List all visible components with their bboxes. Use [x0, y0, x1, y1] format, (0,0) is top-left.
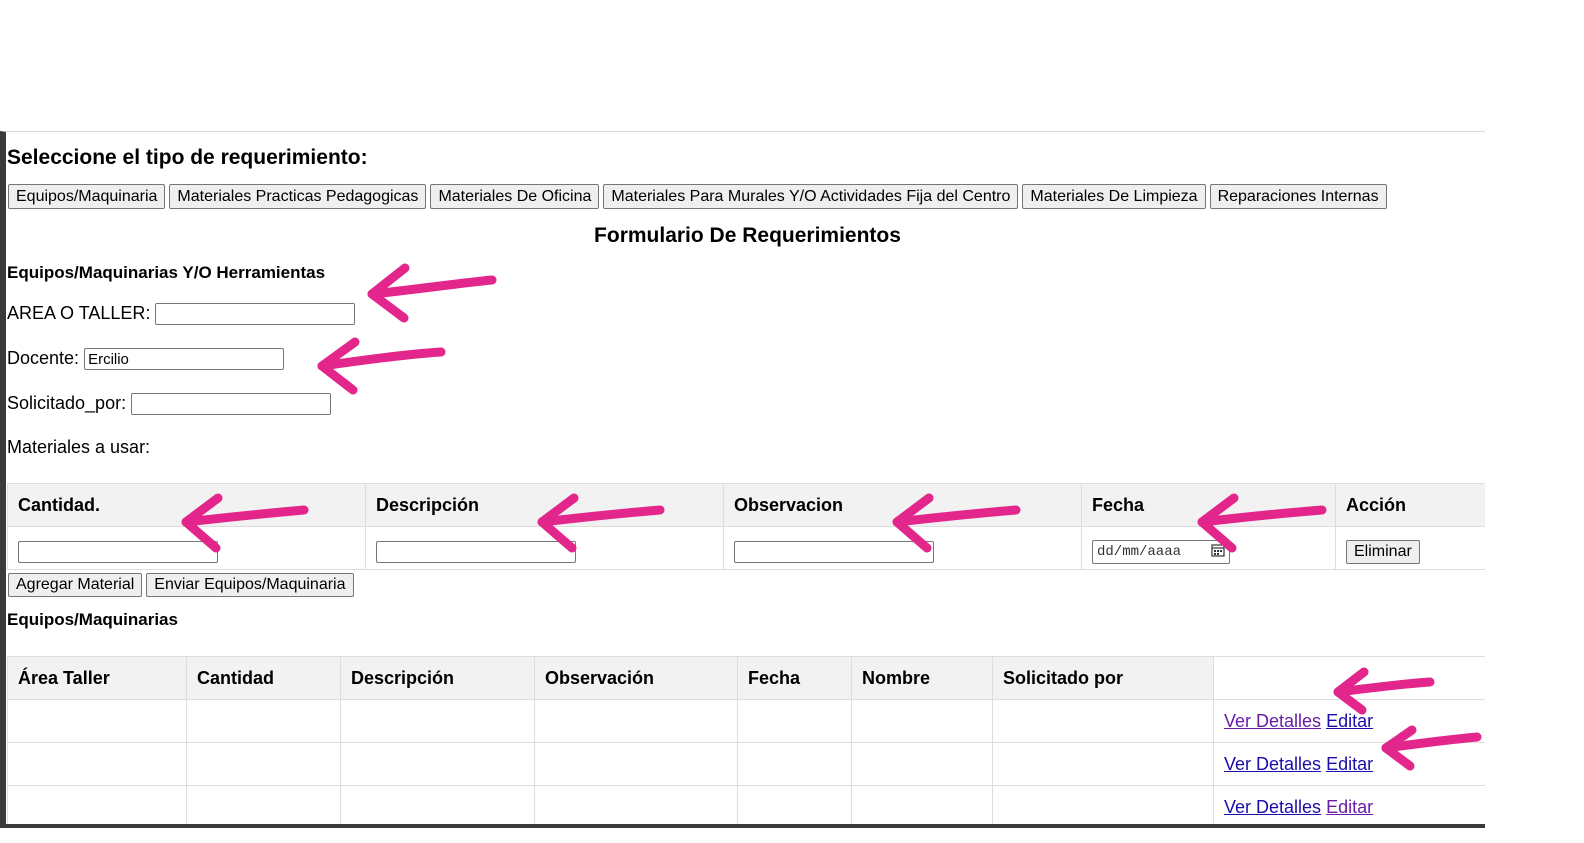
area-label: AREA O TALLER:	[7, 303, 151, 323]
docente-input[interactable]	[84, 348, 285, 371]
col-descripcion-list: Descripción	[340, 656, 535, 700]
col-area-taller: Área Taller	[7, 656, 187, 700]
editar-link[interactable]: Editar	[1326, 754, 1373, 774]
col-actions	[1213, 656, 1485, 700]
table-row: Ver Detalles Editar	[7, 742, 1485, 786]
col-observacion: Observacion	[723, 483, 1082, 527]
tab-materiales-murales[interactable]: Materiales Para Murales Y/O Actividades …	[603, 184, 1019, 209]
col-descripcion: Descripción	[365, 483, 724, 527]
date-placeholder: dd/mm/aaaa	[1097, 544, 1182, 560]
ver-detalles-link[interactable]: Ver Detalles	[1224, 754, 1321, 774]
area-input[interactable]	[155, 303, 356, 326]
eliminar-button[interactable]: Eliminar	[1346, 540, 1420, 564]
materials-label: Materiales a usar:	[7, 437, 151, 457]
solicitado-row: Solicitado_por:	[7, 393, 332, 416]
col-solicitado-por: Solicitado por	[992, 656, 1214, 700]
editar-link[interactable]: Editar	[1326, 797, 1373, 817]
ver-detalles-link[interactable]: Ver Detalles	[1224, 797, 1321, 817]
cantidad-input[interactable]	[18, 541, 218, 563]
ver-detalles-link[interactable]: Ver Detalles	[1224, 711, 1321, 731]
materials-table: Cantidad. Descripción Observacion Fecha …	[7, 483, 1485, 570]
requirement-type-tabs: Equipos/Maquinaria Materiales Practicas …	[8, 184, 1387, 209]
descripcion-input[interactable]	[376, 541, 576, 563]
add-material-button[interactable]: Agregar Material	[8, 573, 143, 597]
calendar-icon[interactable]	[1211, 543, 1225, 562]
form-subtitle: Equipos/Maquinarias Y/O Herramientas	[7, 263, 326, 282]
tab-reparaciones-internas[interactable]: Reparaciones Internas	[1209, 184, 1387, 209]
editar-link[interactable]: Editar	[1326, 711, 1373, 731]
col-observacion-list: Observación	[534, 656, 738, 700]
col-fecha-list: Fecha	[737, 656, 852, 700]
solicitado-input[interactable]	[131, 393, 332, 416]
equipos-list-table: Área Taller Cantidad Descripción Observa…	[7, 656, 1485, 824]
submit-equipos-button[interactable]: Enviar Equipos/Maquinaria	[146, 573, 354, 597]
app-frame: Seleccione el tipo de requerimiento: Equ…	[0, 131, 1485, 828]
tab-materiales-practicas[interactable]: Materiales Practicas Pedagogicas	[169, 184, 427, 209]
tab-equipos-maquinaria[interactable]: Equipos/Maquinaria	[8, 184, 166, 209]
col-fecha: Fecha	[1081, 483, 1336, 527]
col-cantidad-list: Cantidad	[186, 656, 341, 700]
table-row: Ver Detalles Editar	[7, 785, 1485, 824]
tab-materiales-limpieza[interactable]: Materiales De Limpieza	[1022, 184, 1206, 209]
fecha-input[interactable]: dd/mm/aaaa	[1092, 540, 1230, 564]
table-row: Ver Detalles Editar	[7, 699, 1485, 743]
docente-row: Docente:	[7, 348, 285, 371]
col-nombre: Nombre	[851, 656, 993, 700]
col-accion: Acción	[1335, 483, 1485, 527]
list-header-row: Área Taller Cantidad Descripción Observa…	[7, 656, 1485, 700]
observacion-input[interactable]	[734, 541, 934, 563]
materials-header-row: Cantidad. Descripción Observacion Fecha …	[7, 483, 1485, 527]
docente-label: Docente:	[7, 348, 80, 368]
section-heading: Seleccione el tipo de requerimiento:	[7, 146, 368, 169]
form-title: Formulario De Requerimientos	[594, 224, 901, 247]
tab-materiales-oficina[interactable]: Materiales De Oficina	[430, 184, 600, 209]
col-cantidad: Cantidad.	[7, 483, 366, 527]
area-row: AREA O TALLER:	[7, 303, 356, 326]
solicitado-label: Solicitado_por:	[7, 393, 127, 413]
materials-input-row: dd/mm/aaaa Eliminar	[7, 526, 1485, 570]
list-title: Equipos/Maquinarias	[7, 610, 178, 629]
form-actions: Agregar Material Enviar Equipos/Maquinar…	[8, 573, 354, 597]
